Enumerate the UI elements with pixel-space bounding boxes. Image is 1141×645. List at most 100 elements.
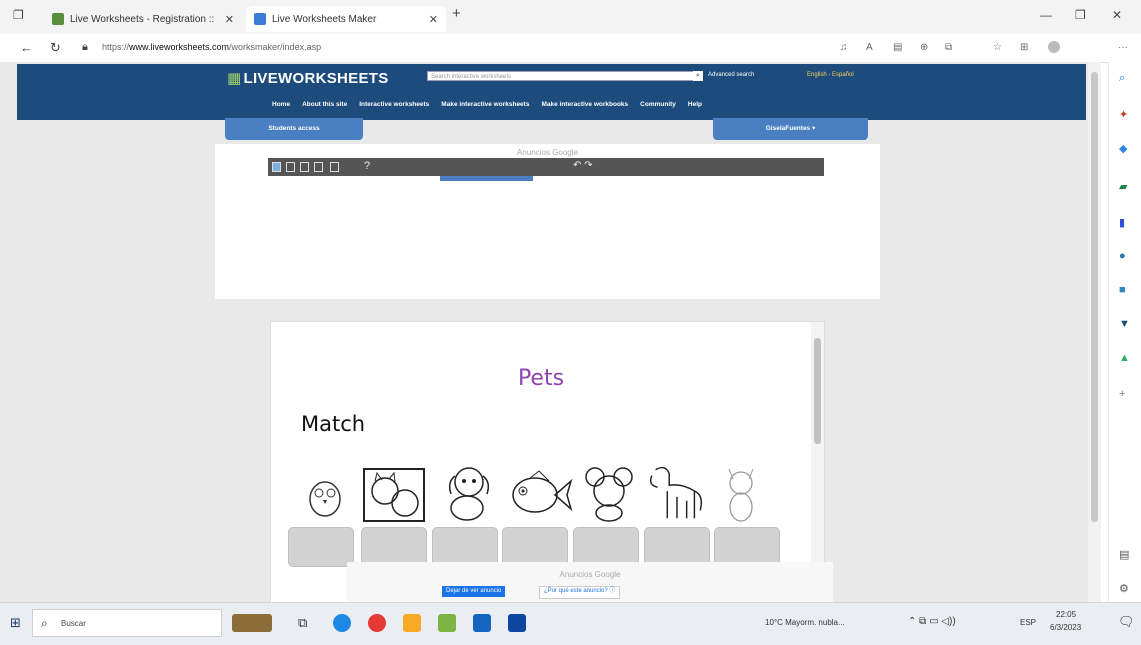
fish-image: [512, 470, 573, 513]
menu-item-interactive-worksheets[interactable]: Interactive worksheets: [359, 101, 429, 108]
site-logo[interactable]: ▦ LIVEWORKSHEETS: [227, 69, 389, 87]
close-window-icon[interactable]: ✕: [1112, 8, 1122, 22]
worksheet-instruction: Match: [301, 412, 366, 436]
split-screen-icon[interactable]: ▤: [1119, 548, 1129, 561]
browser-tab-bar: ❐ Live Worksheets - Registration :: ✕ Li…: [0, 0, 1141, 34]
task-view-icon[interactable]: ⧉: [298, 615, 307, 631]
answer-box-5[interactable]: [573, 527, 639, 567]
search-icon[interactable]: ⌕: [693, 71, 703, 81]
notifications-icon[interactable]: 🗨︎: [1118, 614, 1135, 630]
stop-seeing-ad-button[interactable]: Dejar de ver anuncio: [442, 586, 506, 597]
page-scrollbar[interactable]: [1088, 62, 1101, 602]
answer-box-7[interactable]: [714, 527, 780, 567]
system-tray-icon[interactable]: ⌃ ⧉ ▭ ◁)): [908, 616, 956, 627]
horse-image: [649, 466, 703, 519]
extensions-icon[interactable]: ⧉: [945, 42, 952, 53]
weather-status[interactable]: 10°C Mayorm. nubla...: [765, 618, 845, 627]
textbox-tool-icon[interactable]: [286, 162, 295, 172]
close-tab-icon[interactable]: ✕: [429, 13, 438, 26]
windows-taskbar: ⊞ ⌕ Buscar ⧉ 10°C Mayorm. nubla... ⌃ ⧉ ▭…: [0, 602, 1141, 645]
close-tab-icon[interactable]: ✕: [225, 13, 234, 26]
search-highlight-image[interactable]: [232, 614, 272, 632]
tab-actions-icon[interactable]: ❐: [13, 8, 24, 22]
tools-icon[interactable]: ■: [1119, 284, 1126, 296]
immersive-reader-icon[interactable]: ▤: [893, 42, 902, 53]
clock-date[interactable]: 6/3/2023: [1050, 623, 1081, 632]
file-explorer-icon[interactable]: [403, 614, 421, 632]
menu-item-home[interactable]: Home: [272, 101, 290, 108]
menu-item-community[interactable]: Community: [640, 101, 676, 108]
paint-icon[interactable]: [438, 614, 456, 632]
input-language[interactable]: ESP: [1020, 618, 1036, 627]
menu-item-about[interactable]: About this site: [302, 101, 347, 108]
tree-icon[interactable]: ▲: [1119, 352, 1130, 364]
site-favicon-icon: [254, 13, 266, 25]
students-access-button[interactable]: Students access: [225, 118, 363, 140]
save-tool-icon[interactable]: [330, 162, 339, 172]
document-tool-icon[interactable]: [314, 162, 323, 172]
edge-icon[interactable]: [333, 614, 351, 632]
page-tool-icon[interactable]: [300, 162, 309, 172]
games-icon[interactable]: ▰: [1119, 180, 1127, 193]
site-search-input[interactable]: Search interactive worksheets: [427, 71, 697, 81]
logo-mark-icon: ▦: [227, 70, 242, 87]
windows-start-icon[interactable]: ⊞: [10, 615, 21, 631]
page-scroll-thumb[interactable]: [1091, 72, 1098, 522]
ad-label: Anuncios Google: [517, 148, 578, 157]
profile-avatar[interactable]: [1048, 41, 1060, 53]
answer-box-1[interactable]: [288, 527, 354, 567]
worksheet-scrollbar[interactable]: [811, 322, 824, 602]
select-tool-icon[interactable]: [272, 162, 281, 172]
logo-text: LIVEWORKSHEETS: [243, 70, 389, 87]
why-this-ad-button[interactable]: ¿Por qué este anuncio? ⓘ: [539, 586, 621, 599]
mouse-image: [585, 467, 633, 522]
url-field[interactable]: https://www.liveworksheets.com/worksmake…: [102, 42, 321, 52]
outlook-icon[interactable]: [508, 614, 526, 632]
answer-box-3[interactable]: [432, 527, 498, 567]
zoom-icon[interactable]: ⊕: [920, 42, 928, 53]
back-icon[interactable]: ←: [20, 40, 33, 55]
search-icon[interactable]: ⌕: [1119, 72, 1125, 85]
minimize-icon[interactable]: —: [1040, 8, 1052, 22]
taskbar-search-input[interactable]: ⌕ Buscar: [32, 609, 222, 637]
url-host: www.liveworksheets.com: [129, 42, 230, 52]
answer-box-2[interactable]: [361, 527, 427, 567]
shopping-icon[interactable]: ✦: [1119, 108, 1128, 121]
menu-item-make-workbooks[interactable]: Make interactive workbooks: [541, 101, 628, 108]
refresh-icon[interactable]: ↻: [50, 40, 61, 56]
tag-icon[interactable]: ◆: [1119, 142, 1127, 155]
clock-time[interactable]: 22:05: [1056, 610, 1076, 619]
dog-image: [448, 467, 490, 521]
read-aloud-icon[interactable]: ♫: [840, 42, 848, 53]
add-icon[interactable]: +: [1119, 388, 1125, 400]
lock-icon[interactable]: 🔒︎: [82, 41, 88, 54]
menu-item-make-worksheets[interactable]: Make interactive worksheets: [441, 101, 529, 108]
cats-image: [363, 468, 425, 522]
undo-redo-icon[interactable]: ↶ ↷: [573, 160, 593, 171]
collections-icon[interactable]: ⊞: [1020, 42, 1028, 53]
answer-box-6[interactable]: [644, 527, 710, 567]
maximize-icon[interactable]: ❐: [1075, 8, 1086, 22]
answer-box-4[interactable]: [502, 527, 568, 567]
advanced-search-link[interactable]: Advanced search: [708, 72, 754, 78]
settings-icon[interactable]: ⚙: [1119, 582, 1129, 595]
office-icon[interactable]: ▮: [1119, 216, 1125, 229]
taskbar-search-placeholder: Buscar: [61, 619, 86, 628]
chrome-icon[interactable]: [368, 614, 386, 632]
language-switch[interactable]: English - Español: [807, 72, 854, 78]
user-menu-button[interactable]: GiselaFuentes ▾: [713, 118, 868, 140]
new-tab-button[interactable]: +: [452, 5, 461, 22]
photos-icon[interactable]: [473, 614, 491, 632]
text-size-icon[interactable]: A: [866, 42, 873, 53]
browser-tab-maker[interactable]: Live Worksheets Maker ✕: [246, 6, 446, 32]
drop-icon[interactable]: ▼: [1119, 318, 1130, 330]
menu-item-help[interactable]: Help: [688, 101, 702, 108]
worksheet-scroll-thumb[interactable]: [814, 338, 821, 444]
favorite-icon[interactable]: ☆: [993, 42, 1002, 53]
help-icon[interactable]: ?: [364, 160, 370, 172]
search-icon: ⌕: [41, 616, 48, 630]
more-menu-icon[interactable]: ···: [1118, 42, 1128, 53]
browser-tab-registration[interactable]: Live Worksheets - Registration :: ✕: [44, 6, 242, 32]
outlook-icon[interactable]: ●: [1119, 250, 1126, 262]
worksheet-title: Pets: [517, 366, 565, 391]
